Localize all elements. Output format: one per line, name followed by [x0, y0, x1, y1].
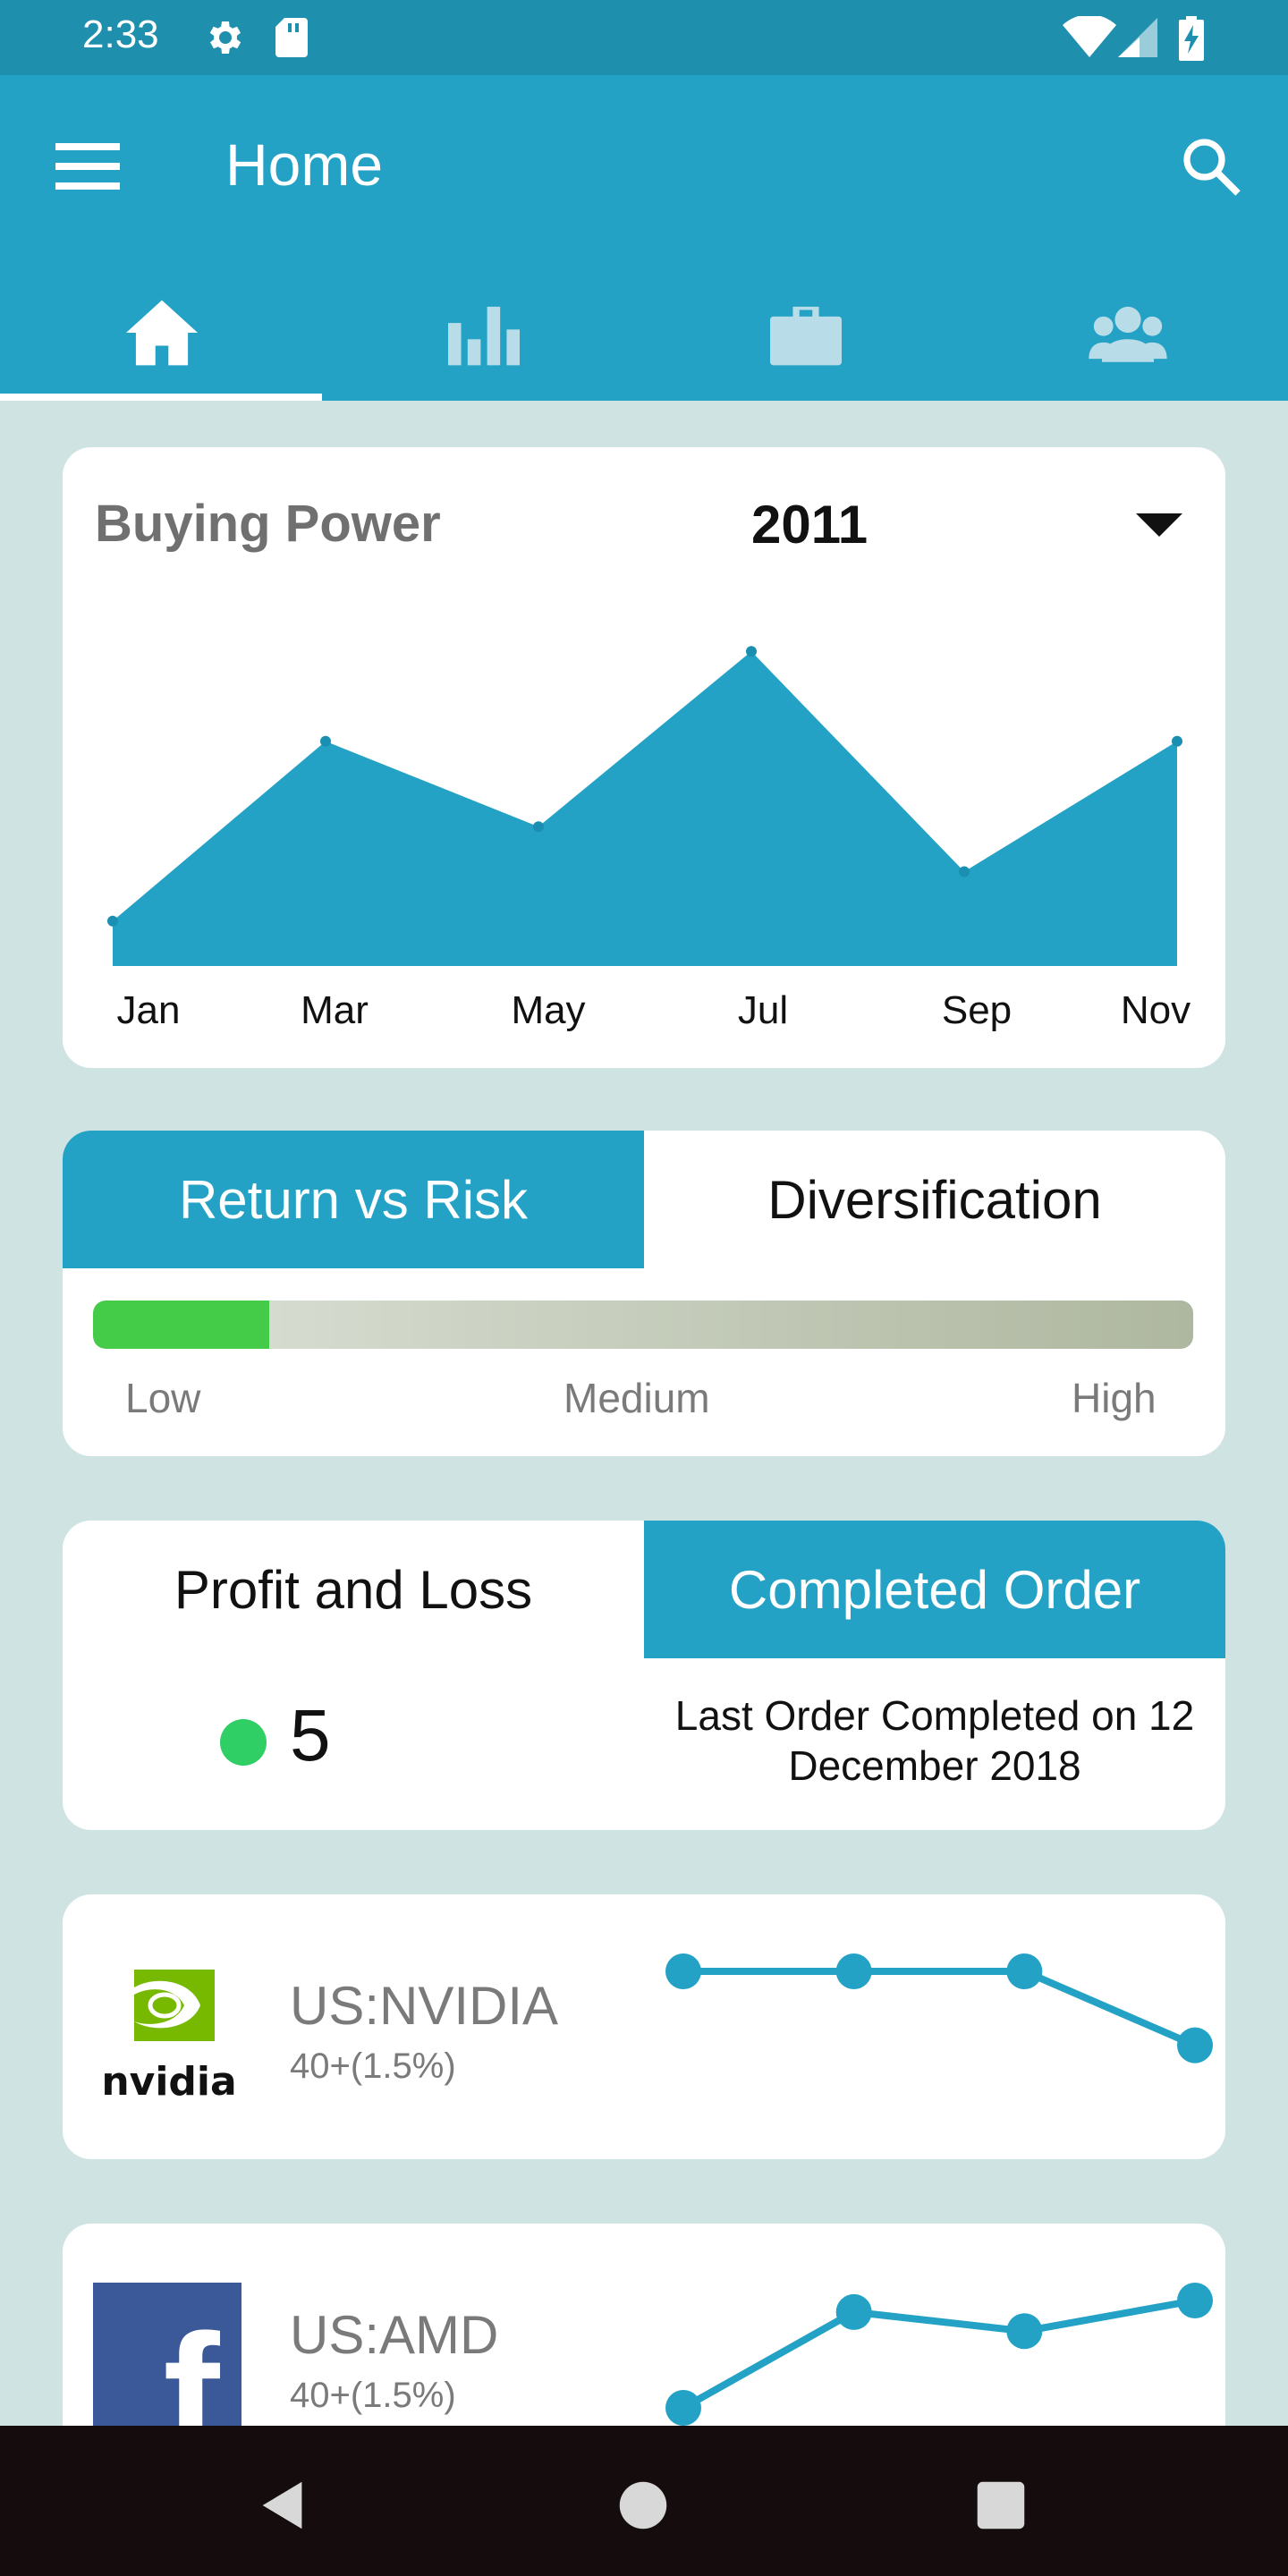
x-tick-label: Jul — [738, 988, 788, 1032]
stock-sparkline — [665, 1953, 1213, 2063]
risk-card: Return vs Risk Diversification Low Mediu… — [63, 1131, 1225, 1456]
stock-card[interactable]: nvidia US:NVIDIA 40+(1.5%) — [63, 1894, 1225, 2159]
tab-indicator — [0, 394, 322, 401]
tab-diversification[interactable]: Diversification — [644, 1131, 1225, 1268]
trend-point — [1177, 2027, 1213, 2063]
system-nav-bar — [0, 2426, 1288, 2576]
tab-completed-order[interactable]: Completed Order — [644, 1521, 1225, 1658]
trend-point — [1006, 2313, 1043, 2350]
risk-label-high: High — [1072, 1375, 1157, 1421]
x-tick-label: Sep — [942, 988, 1012, 1032]
x-tick-label: May — [511, 988, 585, 1032]
buying-power-card: Buying Power 2011 Jan Mar May Jul Sep Nov — [63, 447, 1225, 1068]
risk-label-medium: Medium — [564, 1375, 710, 1421]
x-tick-label: Jan — [117, 988, 181, 1032]
x-tick-label: Mar — [301, 988, 369, 1032]
data-point — [533, 821, 544, 833]
tab-people[interactable] — [966, 290, 1288, 397]
trend-line — [683, 1968, 1197, 2049]
order-count: 5 — [290, 1695, 331, 1776]
orders-card: Profit and Loss Completed Order 5 Last O… — [63, 1521, 1225, 1830]
home-icon — [126, 300, 198, 366]
risk-level-bar — [93, 1301, 1193, 1349]
tab-home[interactable] — [0, 290, 322, 397]
wifi-icon — [1063, 16, 1116, 57]
status-time: 2:33 — [82, 13, 159, 56]
status-bar: 2:33 — [0, 0, 1288, 75]
area-series — [113, 651, 1177, 966]
trend-point — [1006, 1953, 1043, 1989]
bar-chart-icon — [448, 306, 520, 366]
last-order-text: Last Order Completed on 12 December 2018 — [674, 1692, 1195, 1789]
trend-point — [665, 2390, 701, 2426]
settings-icon — [209, 21, 242, 54]
page-title: Home — [225, 131, 384, 198]
trend-point — [835, 1953, 872, 1989]
data-point — [959, 866, 970, 877]
tab-charts[interactable] — [322, 290, 644, 397]
data-point — [1172, 735, 1182, 747]
sd-card-icon — [275, 18, 308, 57]
tab-return-vs-risk[interactable]: Return vs Risk — [63, 1131, 644, 1268]
back-icon[interactable] — [252, 2474, 315, 2537]
buying-power-chart: Jan Mar May Jul Sep Nov — [107, 646, 1191, 1032]
recents-icon[interactable] — [970, 2474, 1032, 2537]
tab-portfolio[interactable] — [644, 290, 966, 397]
trend-point — [665, 1953, 701, 1989]
home-nav-icon[interactable] — [612, 2474, 674, 2537]
status-dot — [220, 1719, 267, 1766]
trend-line — [682, 2297, 1196, 2411]
data-point — [320, 735, 331, 747]
trend-point — [835, 2293, 872, 2330]
data-point — [107, 915, 118, 927]
risk-label-low: Low — [125, 1375, 201, 1421]
menu-icon[interactable] — [55, 140, 120, 193]
tab-profit-and-loss[interactable]: Profit and Loss — [63, 1521, 644, 1658]
search-icon[interactable] — [1179, 134, 1243, 199]
risk-level-fill — [93, 1301, 269, 1349]
people-icon — [1089, 306, 1167, 362]
x-tick-label: Nov — [1121, 988, 1191, 1032]
cell-signal-icon — [1118, 18, 1157, 57]
data-point — [746, 646, 757, 657]
briefcase-icon — [770, 306, 842, 366]
battery-charging-icon — [1179, 16, 1204, 61]
trend-point — [1177, 2283, 1213, 2318]
app-bar: Home — [0, 75, 1288, 401]
